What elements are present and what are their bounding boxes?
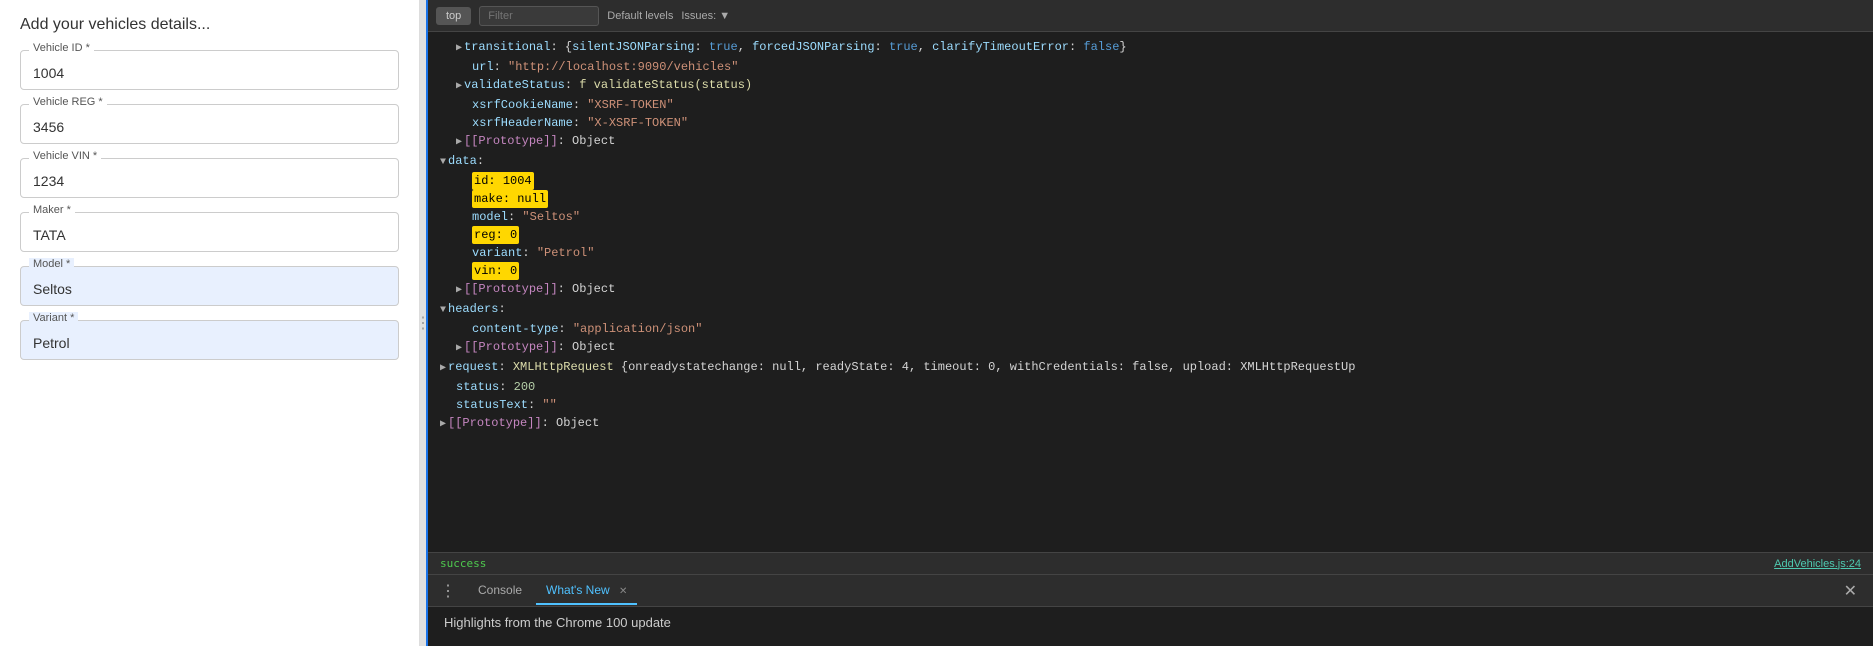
expand-arrow[interactable]: ▼ xyxy=(440,302,446,320)
code-line: xsrfHeaderName: "X-XSRF-TOKEN" xyxy=(428,114,1873,132)
code-line: url: "http://localhost:9090/vehicles" xyxy=(428,58,1873,76)
vehicle-reg-input[interactable] xyxy=(33,115,386,139)
vehicle-id-input[interactable] xyxy=(33,61,386,85)
top-button[interactable]: top xyxy=(436,7,471,25)
vehicle-reg-group: Vehicle REG * xyxy=(20,104,399,144)
expand-arrow[interactable]: ▼ xyxy=(440,154,446,172)
whats-new-text: Highlights from the Chrome 100 update xyxy=(444,615,671,630)
devtools-bottom-tabs: ⋮ Console What's New ✕ ✕ xyxy=(428,574,1873,606)
code-line: variant: "Petrol" xyxy=(428,244,1873,262)
expand-arrow[interactable]: ▶ xyxy=(456,340,462,358)
model-input[interactable] xyxy=(33,277,386,301)
panel-divider[interactable] xyxy=(420,0,426,646)
code-line: ▶ transitional: {silentJSONParsing: true… xyxy=(428,38,1873,58)
maker-group: Maker * xyxy=(20,212,399,252)
vehicle-id-label: Vehicle ID * xyxy=(29,42,94,54)
devtools-status-bar: success AddVehicles.js:24 xyxy=(428,552,1873,574)
expand-arrow[interactable]: ▶ xyxy=(456,282,462,300)
maker-label: Maker * xyxy=(29,204,75,216)
filter-input[interactable] xyxy=(479,6,599,26)
tab-whats-new-label: What's New xyxy=(546,583,610,597)
maker-input[interactable] xyxy=(33,223,386,247)
form-panel: Add your vehicles details... Vehicle ID … xyxy=(0,0,420,646)
tab-menu-dots[interactable]: ⋮ xyxy=(436,581,460,601)
variant-label: Variant * xyxy=(29,312,78,324)
vehicle-vin-input[interactable] xyxy=(33,169,386,193)
vehicle-id-group: Vehicle ID * xyxy=(20,50,399,90)
code-line: statusText: "" xyxy=(428,396,1873,414)
code-line: reg: 0 xyxy=(428,226,1873,244)
code-line: ▶ [[Prototype]]: Object xyxy=(428,414,1873,434)
code-line: xsrfCookieName: "XSRF-TOKEN" xyxy=(428,96,1873,114)
tab-whats-new-close[interactable]: ✕ xyxy=(619,586,627,597)
devtools-toolbar: top Default levels Issues: ▼ xyxy=(428,0,1873,32)
code-line: ▼ data: xyxy=(428,152,1873,172)
code-line: make: null xyxy=(428,190,1873,208)
whats-new-panel: Highlights from the Chrome 100 update xyxy=(428,606,1873,646)
model-label: Model * xyxy=(29,258,74,270)
expand-arrow[interactable]: ▶ xyxy=(440,416,446,434)
devtools-close-button[interactable]: ✕ xyxy=(1836,581,1865,601)
tab-console[interactable]: Console xyxy=(468,577,532,605)
code-line: ▶ request: XMLHttpRequest {onreadystatec… xyxy=(428,358,1873,378)
vehicle-vin-label: Vehicle VIN * xyxy=(29,150,101,162)
issues-label[interactable]: Issues: ▼ xyxy=(681,10,730,22)
status-success-text: success xyxy=(440,557,486,570)
code-line: model: "Seltos" xyxy=(428,208,1873,226)
code-line: ▶ [[Prototype]]: Object xyxy=(428,132,1873,152)
vehicle-vin-group: Vehicle VIN * xyxy=(20,158,399,198)
code-line: content-type: "application/json" xyxy=(428,320,1873,338)
code-line: ▶ [[Prototype]]: Object xyxy=(428,338,1873,358)
expand-arrow[interactable]: ▶ xyxy=(456,78,462,96)
model-group: Model * xyxy=(20,266,399,306)
variant-input[interactable] xyxy=(33,331,386,355)
form-title: Add your vehicles details... xyxy=(20,16,399,34)
code-line: ▶ validateStatus: f validateStatus(statu… xyxy=(428,76,1873,96)
tab-whats-new[interactable]: What's New ✕ xyxy=(536,577,637,605)
expand-arrow[interactable]: ▶ xyxy=(456,134,462,152)
code-line: id: 1004 xyxy=(428,172,1873,190)
devtools-code-area: ▶ transitional: {silentJSONParsing: true… xyxy=(428,32,1873,552)
code-line: ▼ headers: xyxy=(428,300,1873,320)
expand-arrow[interactable]: ▶ xyxy=(440,360,446,378)
status-file-link[interactable]: AddVehicles.js:24 xyxy=(1774,558,1861,570)
expand-arrow[interactable]: ▶ xyxy=(456,40,462,58)
vehicle-reg-label: Vehicle REG * xyxy=(29,96,107,108)
code-line: vin: 0 xyxy=(428,262,1873,280)
tab-console-label: Console xyxy=(478,583,522,597)
variant-group: Variant * xyxy=(20,320,399,360)
level-label: Default levels xyxy=(607,10,673,22)
code-line: ▶ [[Prototype]]: Object xyxy=(428,280,1873,300)
code-line: status: 200 xyxy=(428,378,1873,396)
devtools-panel: top Default levels Issues: ▼ ▶ transitio… xyxy=(426,0,1873,646)
